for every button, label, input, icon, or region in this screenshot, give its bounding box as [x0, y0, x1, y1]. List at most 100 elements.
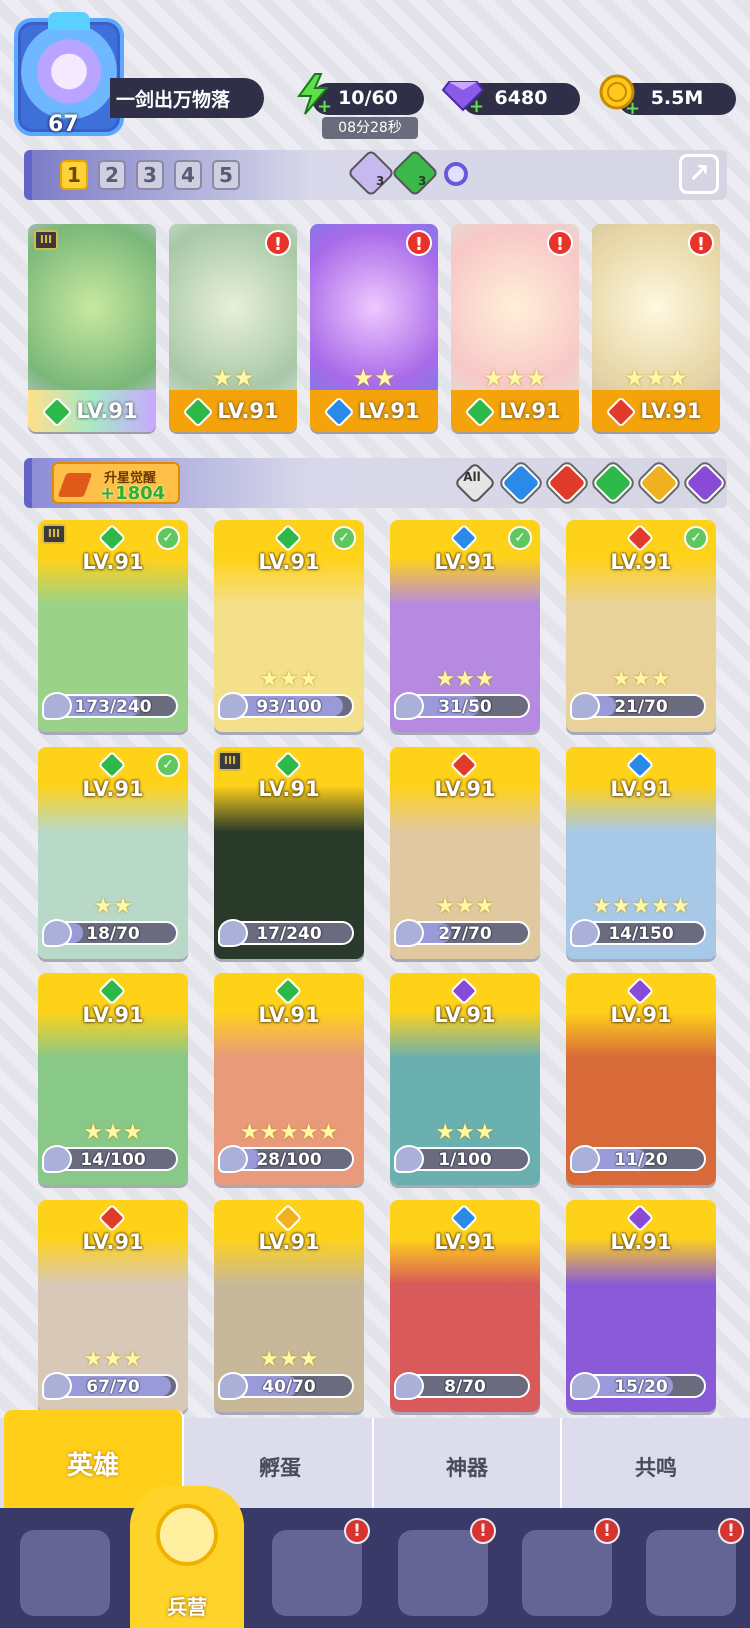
- alert-icon: !: [265, 230, 291, 256]
- nav-mushroom-icon[interactable]: !: [522, 1518, 620, 1616]
- hero-stars: ★★★: [259, 1347, 319, 1372]
- hero-card[interactable]: LV.91 15/20: [566, 1200, 716, 1412]
- shard-icon: [42, 919, 72, 947]
- shard-icon: [218, 1145, 248, 1173]
- alert-icon: !: [594, 1518, 620, 1544]
- top-bar: 67 一剑出万物落 + 10/60 08分28秒 + 6480 + 5.5M: [0, 0, 750, 140]
- gem-counter[interactable]: + 6480: [441, 81, 580, 115]
- green-chip-icon[interactable]: [390, 148, 440, 198]
- player-avatar[interactable]: 67: [14, 12, 124, 137]
- player-name: 一剑出万物落: [116, 89, 231, 111]
- shard-icon: [218, 692, 248, 720]
- hero-card[interactable]: LV.91 ★★★ 14/100: [38, 973, 188, 1185]
- alert-icon: !: [688, 230, 714, 256]
- alert-icon: !: [718, 1518, 744, 1544]
- team-member-card[interactable]: ! ★★★ LV.91: [592, 224, 720, 432]
- shard-icon: [218, 919, 248, 947]
- star-awaken-button[interactable]: 升星觉醒 +1804: [52, 462, 180, 504]
- hero-level: LV.91: [434, 1003, 496, 1027]
- nav-map-icon[interactable]: !: [272, 1518, 370, 1616]
- hero-card[interactable]: LV.91 8/70: [390, 1200, 540, 1412]
- tab-artifacts[interactable]: 神器: [374, 1418, 562, 1516]
- team-member-card[interactable]: III LV.91: [28, 224, 156, 432]
- hero-stars: ★★: [93, 894, 133, 919]
- check-icon: ✓: [156, 526, 180, 550]
- check-icon: ✓: [508, 526, 532, 550]
- team-slot-2[interactable]: 2: [98, 160, 126, 190]
- green-element-icon: [182, 396, 214, 428]
- purple-chip-count: 3: [376, 174, 385, 188]
- shard-icon: [394, 919, 424, 947]
- filter-all-label: All: [463, 470, 481, 485]
- purple-chip-icon[interactable]: [346, 148, 396, 198]
- shard-icon: [570, 692, 600, 720]
- hero-stars: ★★★: [435, 894, 495, 919]
- hero-card[interactable]: LV.91 11/20: [566, 973, 716, 1185]
- hero-card[interactable]: ✓ LV.91 ★★★ 93/100: [214, 520, 364, 732]
- team-slot-3[interactable]: 3: [136, 160, 164, 190]
- hero-level: LV.91: [499, 399, 561, 423]
- hero-stars: ★★★★★: [239, 1120, 339, 1145]
- hero-stars: ★★★★★: [591, 894, 691, 919]
- player-level: 67: [48, 112, 79, 137]
- hero-level: LV.91: [258, 550, 320, 574]
- gold-counter[interactable]: + 5.5M: [599, 74, 736, 116]
- hero-card[interactable]: ✓ LV.91 ★★★ 31/50: [390, 520, 540, 732]
- check-icon: ✓: [156, 753, 180, 777]
- hero-stars: ★★★: [435, 1120, 495, 1145]
- team-member-card[interactable]: ! ★★ LV.91: [169, 224, 297, 432]
- green-chip-count: 3: [418, 174, 427, 188]
- hero-card[interactable]: LV.91 ★★★★★ 28/100: [214, 973, 364, 1185]
- energy-value: 10/60: [338, 87, 398, 109]
- team-slot-1[interactable]: 1: [60, 160, 88, 190]
- hero-card[interactable]: III ✓ LV.91 173/240: [38, 520, 188, 732]
- tab-resonance[interactable]: 共鸣: [562, 1418, 750, 1516]
- nav-guild-icon[interactable]: !: [646, 1518, 744, 1616]
- player-name-box[interactable]: 一剑出万物落: [110, 78, 264, 118]
- nav-cards-icon[interactable]: [20, 1530, 110, 1616]
- nav-barracks[interactable]: 兵营: [130, 1486, 244, 1628]
- team-slot-4[interactable]: 4: [174, 160, 202, 190]
- hero-stars: ★★: [352, 364, 396, 392]
- filter-all-button[interactable]: All: [453, 461, 497, 505]
- filter-nature-icon[interactable]: [591, 461, 635, 505]
- hero-level: LV.91: [358, 399, 420, 423]
- hero-card[interactable]: LV.91 ★★★ 27/70: [390, 747, 540, 959]
- nav-castle-icon[interactable]: !: [398, 1518, 496, 1616]
- energy-counter[interactable]: + 10/60: [297, 73, 424, 116]
- hero-card[interactable]: ✓ LV.91 ★★★ 21/70: [566, 520, 716, 732]
- hero-level: LV.91: [610, 1003, 672, 1027]
- alert-icon: !: [470, 1518, 496, 1544]
- hero-card[interactable]: III LV.91 17/240: [214, 747, 364, 959]
- check-icon: ✓: [684, 526, 708, 550]
- hero-card[interactable]: LV.91 ★★★ 67/70: [38, 1200, 188, 1412]
- hero-card[interactable]: ✓ LV.91 ★★ 18/70: [38, 747, 188, 959]
- team-member-card[interactable]: ! ★★ LV.91: [310, 224, 438, 432]
- hero-stars: ★★: [211, 364, 255, 392]
- blue-element-icon: [323, 396, 355, 428]
- hero-level: LV.91: [258, 1230, 320, 1254]
- hero-card[interactable]: LV.91 ★★★★★ 14/150: [566, 747, 716, 959]
- check-icon: ✓: [332, 526, 356, 550]
- hero-card[interactable]: LV.91 ★★★ 1/100: [390, 973, 540, 1185]
- filter-fire-icon[interactable]: [545, 461, 589, 505]
- filter-dark-icon[interactable]: [683, 461, 727, 505]
- hero-level: LV.91: [640, 399, 702, 423]
- tier-badge: III: [218, 751, 242, 771]
- magnify-icon[interactable]: [444, 162, 468, 186]
- filter-light-icon[interactable]: [637, 461, 681, 505]
- shard-icon: [394, 692, 424, 720]
- hero-level: LV.91: [610, 777, 672, 801]
- gold-value: 5.5M: [650, 87, 704, 109]
- shard-icon: [394, 1372, 424, 1400]
- shard-icon: [570, 919, 600, 947]
- bottom-nav: 兵营 ! ! ! !: [0, 1486, 750, 1628]
- share-icon[interactable]: ↗: [679, 154, 719, 194]
- sub-tab-bar: 英雄 孵蛋 神器 共鸣: [0, 1410, 750, 1516]
- hero-card[interactable]: LV.91 ★★★ 40/70: [214, 1200, 364, 1412]
- team-slot-5[interactable]: 5: [212, 160, 240, 190]
- filter-water-icon[interactable]: [499, 461, 543, 505]
- team-member-card[interactable]: ! ★★★ LV.91: [451, 224, 579, 432]
- hero-stars: ★★★: [482, 364, 548, 392]
- hero-level: LV.91: [76, 399, 138, 423]
